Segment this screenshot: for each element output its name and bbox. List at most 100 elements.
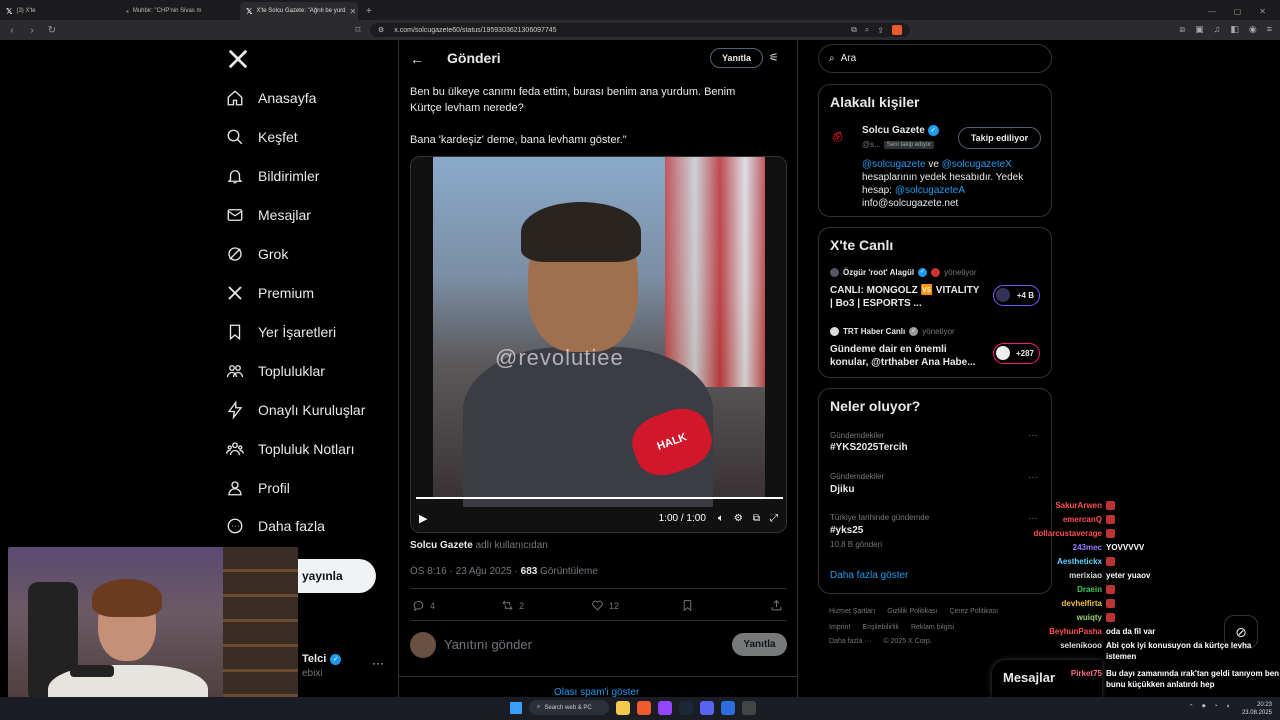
site-info-icon[interactable]: ⚙ [378,26,384,34]
nav-grok[interactable]: Grok [226,245,288,263]
reply-submit-button[interactable]: Yanıtla [732,633,787,656]
settings-gear-icon[interactable]: ⚙ [734,513,743,524]
search-input[interactable]: ⌕ Ara [818,44,1052,73]
live-listeners-pill[interactable]: +287 [993,343,1040,364]
repost-action[interactable]: 2 [501,599,524,612]
extension-icon[interactable]: ⧈ [1179,24,1185,35]
live-host[interactable]: TRT Haber Canlı ✓ yönetiyor [830,327,955,336]
account-more-icon[interactable]: ··· [372,656,384,670]
reply-input[interactable]: Yanıtını gönder [444,637,532,652]
wallet-icon[interactable]: ▣ [1195,24,1204,35]
trend-more-icon[interactable]: ··· [1028,472,1038,483]
live-listeners-pill[interactable]: +4 B [993,285,1040,306]
nav-more[interactable]: Daha fazla [226,517,325,535]
footer-link[interactable]: Erişilebilirlik [862,624,899,631]
footer-link[interactable]: Imprint [829,624,850,631]
nav-communities[interactable]: Topluluklar [226,362,325,380]
reply-header-button[interactable]: Yanıtla [710,48,763,68]
nav-premium[interactable]: Premium [226,284,314,302]
bio-link[interactable]: @solcugazete [862,159,926,170]
browser-tab[interactable]: 𝕏 (3) X'te [0,2,120,20]
live-title[interactable]: Gündeme dair en önemli konular, @trthabe… [830,343,980,369]
file-explorer-icon[interactable] [616,700,630,715]
twitch-icon[interactable] [658,700,672,715]
related-account-name[interactable]: Solcu Gazete ✓ [862,125,939,136]
sidebar-icon[interactable]: ◧ [1230,24,1239,35]
video-player[interactable]: @revolutiee HALK ▶ 1:00 / 1:00 🔈︎ ⚙ ⧉ ⤢ [410,156,787,533]
show-more-link[interactable]: Daha fazla göster [830,570,908,581]
music-icon[interactable]: ♫ [1214,24,1221,35]
profile-icon[interactable]: ◉ [1249,24,1257,35]
avatar[interactable] [410,632,436,658]
zoom-icon[interactable]: ⌕ [865,25,869,35]
close-tab-icon[interactable]: ✕ [349,7,356,16]
footer-link[interactable]: Daha fazla ··· [829,638,871,645]
screenshot-icon[interactable]: ⧉ [851,25,857,35]
fullscreen-icon[interactable]: ⤢ [770,513,778,524]
app-icon[interactable] [721,700,735,715]
x-logo-icon[interactable] [227,48,249,70]
popout-icon[interactable]: ⧉ [753,513,760,524]
share-icon[interactable]: ⇪ [877,26,884,35]
trend-more-icon[interactable]: ··· [1028,430,1038,441]
trend-name[interactable]: Djiku [830,484,854,495]
minimize-icon[interactable]: — [1208,7,1216,16]
browser-tab-active[interactable]: 𝕏 X'te Solcu Gazete: "Ağrılı be yurd ✕ [240,2,358,20]
maximize-icon[interactable]: ▢ [1234,7,1242,16]
footer-link[interactable]: Reklam bilgisi [911,624,954,631]
discord-icon[interactable] [700,700,714,715]
nav-home[interactable]: Anasayfa [226,89,316,107]
nav-explore[interactable]: Keşfet [226,128,298,146]
back-icon[interactable]: ‹ [6,25,18,36]
trend-name[interactable]: #YKS2025Tercih [830,442,908,453]
brave-browser-icon[interactable] [637,700,651,715]
bio-link[interactable]: @solcugazeteA [895,185,965,196]
account-switcher[interactable]: Telci ✓ [302,653,342,665]
forward-icon[interactable]: › [26,25,38,36]
brave-shield-icon[interactable] [892,25,902,35]
chevron-up-icon[interactable]: ⌃ [1188,703,1194,711]
close-window-icon[interactable]: ✕ [1259,7,1266,16]
trend-name[interactable]: #yks25 [830,525,863,536]
nav-verified-orgs[interactable]: Onaylı Kuruluşlar [226,401,365,419]
browser-tab[interactable]: ▪ Muhbir: "CHP'nin Sivas m [120,2,240,20]
following-button[interactable]: Takip ediliyor [958,127,1041,149]
new-tab-button[interactable]: + [358,2,380,20]
footer-link[interactable]: Hizmet Şartları [829,608,875,615]
steam-icon[interactable] [679,700,693,715]
video-progress-bar[interactable] [416,497,783,499]
volume-icon[interactable]: ◖ [1226,703,1230,711]
bio-link[interactable]: @solcugazeteX [942,159,1012,170]
source-name[interactable]: Solcu Gazete [410,540,473,551]
taskbar-search[interactable]: ⌕ Search web & PC [529,700,609,715]
settings-sliders-icon[interactable]: ⚟ [769,51,779,64]
footer-link[interactable]: Çerez Politikası [949,608,998,615]
live-title[interactable]: CANLI: MONGOLZ 🆚 VITALITY | Bo3 | ESPORT… [830,284,980,310]
obs-icon[interactable] [742,700,756,715]
bookmark-action[interactable] [681,599,694,612]
clock[interactable]: 20:23 23.08.2025 [1242,701,1272,717]
share-action[interactable] [770,599,783,612]
footer-link[interactable]: Gizlilik Politikası [887,608,937,615]
volume-icon[interactable]: 🔈︎ [718,513,724,524]
live-host[interactable]: Özgür 'root' Alagül ✓ yönetiyor [830,268,977,277]
nav-community-notes[interactable]: Topluluk Notları [226,440,355,458]
url-bar[interactable]: ⚙ x.com/solcugazete60/status/19593036213… [370,23,910,37]
chat-username: BeyhunPasha [1049,627,1102,636]
network-icon[interactable]: ◔ [1214,703,1218,711]
like-action[interactable]: 12 [591,599,619,612]
reload-icon[interactable]: ↻ [46,25,58,36]
mic-tray-icon[interactable]: ⏺ [1202,703,1206,711]
nav-profile[interactable]: Profil [226,479,290,497]
windows-start-icon[interactable] [510,701,522,714]
nav-messages[interactable]: Mesajlar [226,206,311,224]
fist-avatar-icon[interactable]: ✊︎ [832,125,854,151]
bookmark-page-icon[interactable]: ⌑ [352,25,364,36]
menu-icon[interactable]: ≡ [1267,24,1272,35]
play-icon[interactable]: ▶ [419,512,427,525]
nav-bookmarks[interactable]: Yer İşaretleri [226,323,336,341]
post-timestamp[interactable]: ÖS 8:16 · 23 Ağu 2025 · [410,566,518,577]
reply-action[interactable]: 4 [412,599,435,612]
back-arrow-icon[interactable]: ← [410,51,424,67]
nav-notifications[interactable]: Bildirimler [226,167,319,185]
